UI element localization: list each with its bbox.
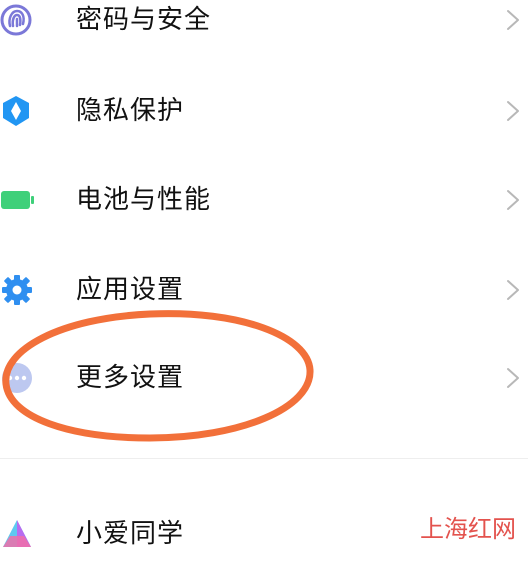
settings-item-label: 隐私保护 — [76, 96, 185, 126]
chevron-right-icon — [507, 368, 519, 388]
xiaoai-icon — [3, 520, 31, 547]
fingerprint-icon — [0, 4, 32, 36]
settings-item-privacy[interactable]: 隐私保护 — [0, 79, 528, 151]
watermark: 上海红网 — [420, 515, 516, 543]
chevron-right-icon — [507, 10, 519, 30]
chevron-right-icon — [507, 280, 519, 300]
chevron-right-icon — [507, 190, 519, 210]
chevron-right-icon — [507, 101, 519, 121]
settings-item-more-settings[interactable]: 更多设置 — [0, 346, 528, 418]
gear-icon — [2, 275, 32, 305]
settings-item-label: 电池与性能 — [76, 185, 212, 215]
battery-icon — [1, 191, 34, 209]
settings-item-label: 更多设置 — [76, 363, 185, 393]
settings-item-label: 密码与安全 — [76, 5, 212, 35]
settings-item-password-security[interactable]: 密码与安全 — [0, 0, 528, 60]
settings-item-app-settings[interactable]: 应用设置 — [0, 258, 528, 330]
privacy-shield-icon — [3, 96, 29, 126]
settings-list: 密码与安全 隐私保护 电池与性能 应用设置 更多设置 小爱同学 — [0, 0, 528, 552]
section-divider — [0, 458, 528, 459]
more-dots-icon — [2, 363, 32, 393]
settings-item-battery-performance[interactable]: 电池与性能 — [0, 168, 528, 240]
settings-item-label: 小爱同学 — [76, 519, 185, 549]
settings-item-label: 应用设置 — [76, 275, 185, 305]
